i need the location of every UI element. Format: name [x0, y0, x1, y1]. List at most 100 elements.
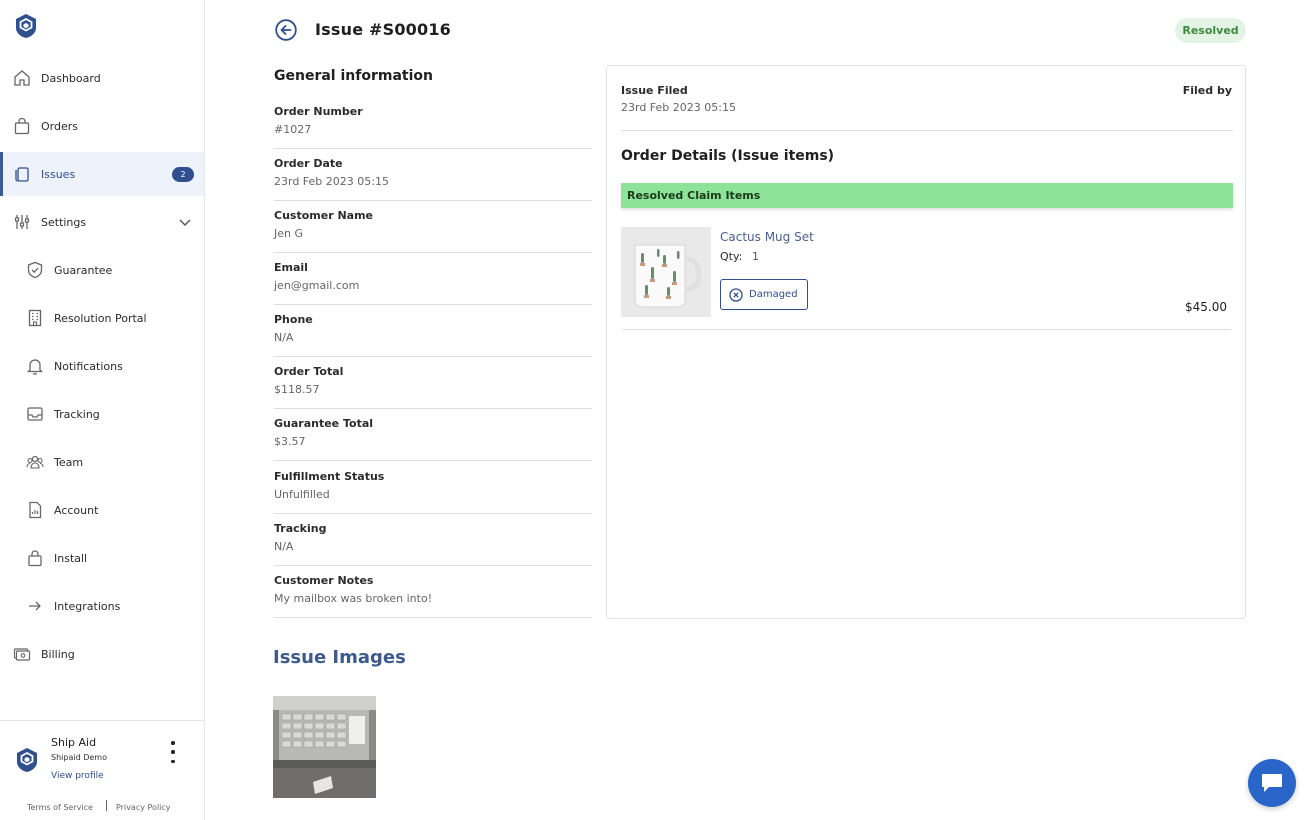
- info-label: Guarantee Total: [274, 417, 374, 430]
- sidebar-item-issues[interactable]: Issues 2: [0, 152, 204, 196]
- sidebar-item-label: Team: [54, 455, 84, 469]
- issue-image-thumbnail[interactable]: [273, 696, 376, 798]
- sidebar: Dashboard Orders Issues 2 Settings Guara…: [0, 0, 205, 820]
- quantity-value: 1: [752, 250, 759, 263]
- status-badge: Resolved: [1175, 18, 1246, 43]
- sidebar-item-label: Guarantee: [54, 263, 113, 277]
- info-value: N/A: [274, 331, 294, 344]
- info-value: Unfulfilled: [274, 488, 330, 501]
- sidebar-item-label: Tracking: [54, 407, 100, 421]
- store-name: Shipaid Demo: [51, 753, 107, 762]
- info-value: My mailbox was broken into!: [274, 592, 433, 605]
- info-value: Jen G: [274, 227, 304, 240]
- sidebar-item-label: Account: [54, 503, 99, 517]
- shipaid-logo-icon[interactable]: [14, 13, 38, 39]
- sidebar-item-tracking[interactable]: Tracking: [0, 392, 204, 436]
- info-label: Fulfillment Status: [274, 470, 385, 483]
- info-row-tracking: Tracking N/A: [274, 514, 592, 566]
- info-value: #1027: [274, 123, 312, 136]
- bell-icon: [26, 357, 44, 375]
- team-icon: [26, 453, 44, 471]
- sidebar-item-label: Install: [54, 551, 88, 565]
- info-label: Customer Notes: [274, 574, 374, 587]
- sidebar-item-label: Billing: [41, 647, 75, 661]
- sidebar-item-label: Settings: [41, 215, 87, 229]
- sidebar-item-resolution-portal[interactable]: Resolution Portal: [0, 296, 204, 340]
- store-logo-icon: [17, 748, 37, 772]
- sidebar-item-label: Orders: [41, 119, 78, 133]
- sidebar-item-dashboard[interactable]: Dashboard: [0, 56, 204, 100]
- sidebar-item-guarantee[interactable]: Guarantee: [0, 248, 204, 292]
- sliders-icon: [13, 213, 31, 231]
- item-price: $45.00: [1185, 300, 1227, 314]
- filed-by-label: Filed by: [1182, 84, 1232, 97]
- sidebar-item-label: Issues: [41, 167, 76, 181]
- building-icon: [26, 309, 44, 327]
- info-value: jen@gmail.com: [274, 279, 360, 292]
- sidebar-item-billing[interactable]: Billing: [0, 632, 204, 676]
- info-row-order-date: Order Date 23rd Feb 2023 05:15: [274, 149, 592, 201]
- legal-divider: [106, 800, 107, 811]
- sidebar-item-settings[interactable]: Settings: [0, 200, 204, 244]
- issues-count-badge: 2: [172, 166, 194, 182]
- issue-filed-label: Issue Filed: [621, 84, 688, 97]
- info-label: Customer Name: [274, 209, 373, 222]
- account-section: Ship Aid Shipaid Demo View profile Terms…: [0, 720, 204, 820]
- view-profile-link[interactable]: View profile: [51, 771, 104, 781]
- sidebar-item-label: Dashboard: [41, 71, 101, 85]
- shield-check-icon: [26, 261, 44, 279]
- damaged-status-button[interactable]: Damaged: [720, 279, 808, 310]
- sidebar-item-label: Notifications: [54, 359, 123, 373]
- info-label: Tracking: [274, 522, 327, 535]
- info-row-customer-notes: Customer Notes My mailbox was broken int…: [274, 566, 592, 618]
- chat-button[interactable]: [1248, 759, 1296, 807]
- info-label: Email: [274, 261, 308, 274]
- general-info-title: General information: [274, 68, 433, 84]
- info-label: Order Number: [274, 105, 363, 118]
- bag-icon: [13, 117, 31, 135]
- chat-bubble-icon: [1262, 774, 1282, 792]
- info-row-order-number: Order Number #1027: [274, 97, 592, 149]
- info-row-email: Email jen@gmail.com: [274, 253, 592, 305]
- resolved-claim-items-bar: Resolved Claim Items: [621, 183, 1233, 208]
- sidebar-item-label: Resolution Portal: [54, 311, 147, 325]
- lock-bag-icon: [26, 549, 44, 567]
- sidebar-item-integrations[interactable]: Integrations: [0, 584, 204, 628]
- info-value: 23rd Feb 2023 05:15: [274, 175, 389, 188]
- account-name: Ship Aid: [51, 736, 97, 749]
- info-label: Order Total: [274, 365, 344, 378]
- order-details-title: Order Details (Issue items): [621, 148, 835, 164]
- sidebar-item-orders[interactable]: Orders: [0, 104, 204, 148]
- billing-icon: [13, 645, 31, 663]
- divider: [621, 130, 1233, 131]
- page-title: Issue #S00016: [315, 20, 452, 39]
- info-label: Phone: [274, 313, 313, 326]
- privacy-link[interactable]: Privacy Policy: [116, 803, 171, 812]
- more-options-icon[interactable]: [166, 741, 180, 763]
- quantity-label: Qty:: [720, 250, 743, 263]
- terms-link[interactable]: Terms of Service: [27, 803, 93, 812]
- info-value: $3.57: [274, 435, 306, 448]
- close-circle-icon: [729, 287, 743, 302]
- issue-filed-value: 23rd Feb 2023 05:15: [621, 101, 736, 114]
- info-row-fulfillment-status: Fulfillment Status Unfulfilled: [274, 462, 592, 514]
- info-value: $118.57: [274, 383, 320, 396]
- sidebar-item-account[interactable]: Account: [0, 488, 204, 532]
- inbox-icon: [26, 405, 44, 423]
- arrow-right-icon: [26, 597, 44, 615]
- product-name-link[interactable]: Cactus Mug Set: [720, 230, 814, 244]
- info-label: Order Date: [274, 157, 343, 170]
- divider: [623, 329, 1231, 330]
- issue-details-card: Issue Filed 23rd Feb 2023 05:15 Filed by…: [606, 65, 1246, 619]
- chevron-down-icon[interactable]: [178, 215, 192, 229]
- issues-icon: [13, 165, 31, 183]
- sidebar-item-notifications[interactable]: Notifications: [0, 344, 204, 388]
- sidebar-item-team[interactable]: Team: [0, 440, 204, 484]
- sidebar-item-label: Integrations: [54, 599, 121, 613]
- product-image: [621, 227, 711, 317]
- damaged-label: Damaged: [749, 289, 798, 300]
- info-value: N/A: [274, 540, 294, 553]
- issue-images-title: Issue Images: [273, 647, 406, 668]
- back-arrow-icon[interactable]: [275, 19, 297, 41]
- sidebar-item-install[interactable]: Install: [0, 536, 204, 580]
